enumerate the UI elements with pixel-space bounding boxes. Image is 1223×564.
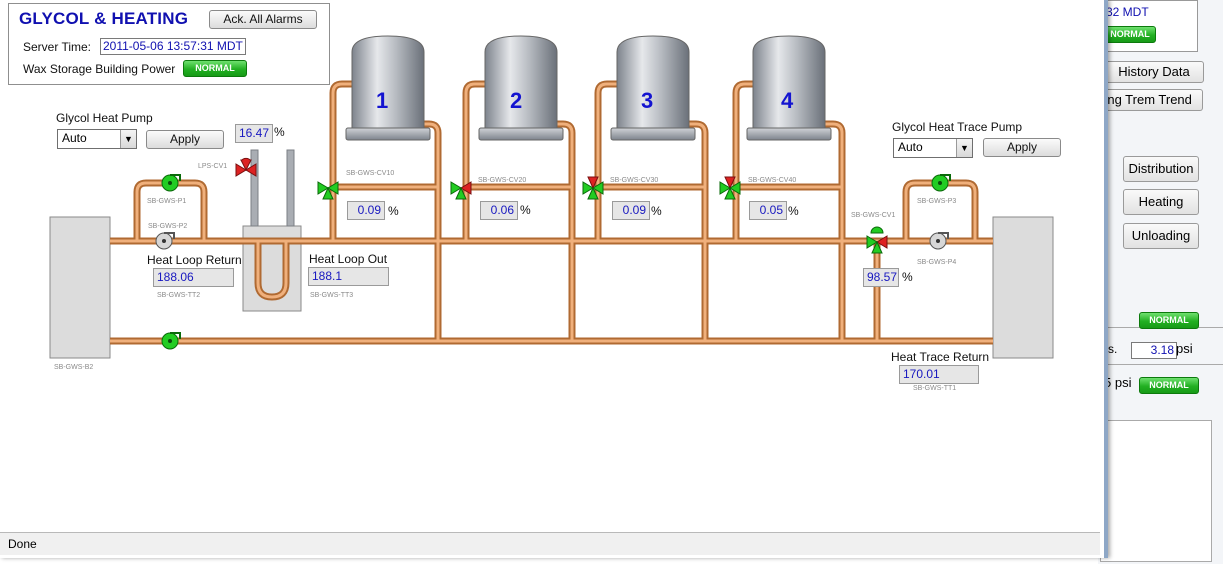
heat-pump-mode-value: Auto	[62, 131, 87, 145]
tank-4-number: 4	[781, 88, 794, 113]
unloading-button[interactable]: Unloading	[1123, 223, 1199, 249]
hmi-window: GLYCOL & HEATING Ack. All Alarms Server …	[0, 0, 1108, 558]
valve-cv20-value: 0.06	[480, 201, 518, 220]
valve-cv40-unit: %	[788, 204, 799, 218]
valve-cv40-tag: SB-GWS-CV40	[748, 177, 797, 184]
bg-lower-panel	[1100, 420, 1212, 562]
heat-trace-return-tag: SB-GWS-TT1	[913, 385, 957, 392]
heat-loop-return-value: 188.06	[153, 268, 234, 287]
pump-p2-icon[interactable]	[155, 232, 175, 250]
status-text: Done	[8, 537, 37, 551]
background-app-panel: 32 MDT NORMAL History Data ong Trem Tren…	[1090, 0, 1223, 564]
bg-normal-badge-mid: NORMAL	[1139, 312, 1199, 329]
heat-loop-out-tag: SB-GWS-TT3	[310, 292, 354, 299]
exchanger-pipe-left	[250, 149, 259, 227]
bg-pressure2-value: 5 psi	[1104, 375, 1132, 390]
valve-cv40-value: 0.05	[749, 201, 787, 220]
heat-loop-out-label: Heat Loop Out	[309, 252, 388, 266]
trace-valve-tag: SB-GWS-CV1	[851, 212, 896, 219]
distribution-button[interactable]: Distribution	[1123, 156, 1199, 182]
history-data-button[interactable]: History Data	[1104, 61, 1204, 83]
exchanger-pipe-right	[286, 149, 295, 227]
power-label: Wax Storage Building Power	[23, 62, 176, 76]
heat-pump-apply-button[interactable]: Apply	[146, 130, 224, 149]
lps-tag: LPS-CV1	[198, 163, 228, 170]
heat-pump-mode-select[interactable]: Auto ▼	[57, 129, 137, 149]
header-panel: GLYCOL & HEATING Ack. All Alarms Server …	[8, 3, 330, 85]
heat-loop-return-label: Heat Loop Return	[147, 253, 242, 267]
bg-time-value: 32 MDT	[1106, 5, 1149, 19]
status-bar: Done	[0, 532, 1100, 555]
heat-loop-return-tag: SB-GWS-TT2	[157, 292, 201, 299]
heat-trace-return-value: 170.01	[899, 365, 979, 384]
bg-pressure-value: 3.18	[1131, 342, 1177, 359]
bg-normal-badge-bottom: NORMAL	[1139, 377, 1199, 394]
chevron-down-icon[interactable]: ▼	[120, 130, 136, 148]
heat-trace-return-label: Heat Trace Return	[891, 350, 990, 364]
heating-button[interactable]: Heating	[1123, 189, 1199, 215]
valve-cv30-tag: SB-GWS-CV30	[610, 177, 659, 184]
server-time-value: 2011-05-06 13:57:31 MDT	[100, 38, 246, 55]
server-time-label: Server Time:	[23, 40, 92, 54]
bg-divider-2	[1098, 364, 1223, 365]
pump-p4-tag: SB-GWS-P4	[917, 259, 957, 266]
trace-valve-unit: %	[902, 270, 913, 284]
valve-cv10-unit: %	[388, 204, 399, 218]
valve-cv30-value: 0.09	[612, 201, 650, 220]
valve-cv20-unit: %	[520, 203, 531, 217]
trace-pump-mode-value: Auto	[898, 140, 923, 154]
tank-2-number: 2	[510, 88, 523, 113]
lps-unit: %	[274, 125, 285, 139]
boiler-tag: SB-GWS-B2	[54, 364, 94, 371]
trace-pump-apply-button[interactable]: Apply	[983, 138, 1061, 157]
heat-loop-out-value: 188.1	[308, 267, 389, 286]
pump-p2-tag: SB-GWS-P2	[148, 223, 188, 230]
pump-p4-icon[interactable]	[929, 232, 949, 250]
pump-p3-icon[interactable]	[931, 174, 951, 192]
page-title: GLYCOL & HEATING	[19, 9, 189, 28]
trace-valve-value: 98.57	[863, 268, 899, 287]
tank-1-number: 1	[376, 88, 389, 113]
pump-main-icon[interactable]	[161, 332, 181, 350]
boiler-right	[992, 216, 1054, 359]
trace-pump-mode-select[interactable]: Auto ▼	[893, 138, 973, 158]
ack-all-alarms-button[interactable]: Ack. All Alarms	[209, 10, 317, 29]
tank-3-number: 3	[641, 88, 654, 113]
pump-p1-icon[interactable]	[161, 174, 181, 192]
pump-p1-tag: SB-GWS-P1	[147, 198, 187, 205]
lps-value: 16.47	[235, 124, 273, 143]
valve-cv10-tag: SB-GWS-CV10	[346, 170, 395, 177]
boiler-left	[49, 216, 111, 359]
heat-pump-label: Glycol Heat Pump	[56, 111, 153, 125]
bg-pressure-prefix: s.	[1108, 342, 1118, 356]
chevron-down-icon[interactable]: ▼	[956, 139, 972, 157]
valve-cv10-value: 0.09	[347, 201, 385, 220]
bg-normal-badge-top: NORMAL	[1104, 26, 1156, 43]
power-status-badge: NORMAL	[183, 60, 247, 77]
valve-cv30-unit: %	[651, 204, 662, 218]
valve-cv20-tag: SB-GWS-CV20	[478, 177, 527, 184]
bg-pressure-unit: psi	[1176, 341, 1193, 356]
pump-p3-tag: SB-GWS-P3	[917, 198, 957, 205]
trace-pump-label: Glycol Heat Trace Pump	[892, 120, 1023, 134]
